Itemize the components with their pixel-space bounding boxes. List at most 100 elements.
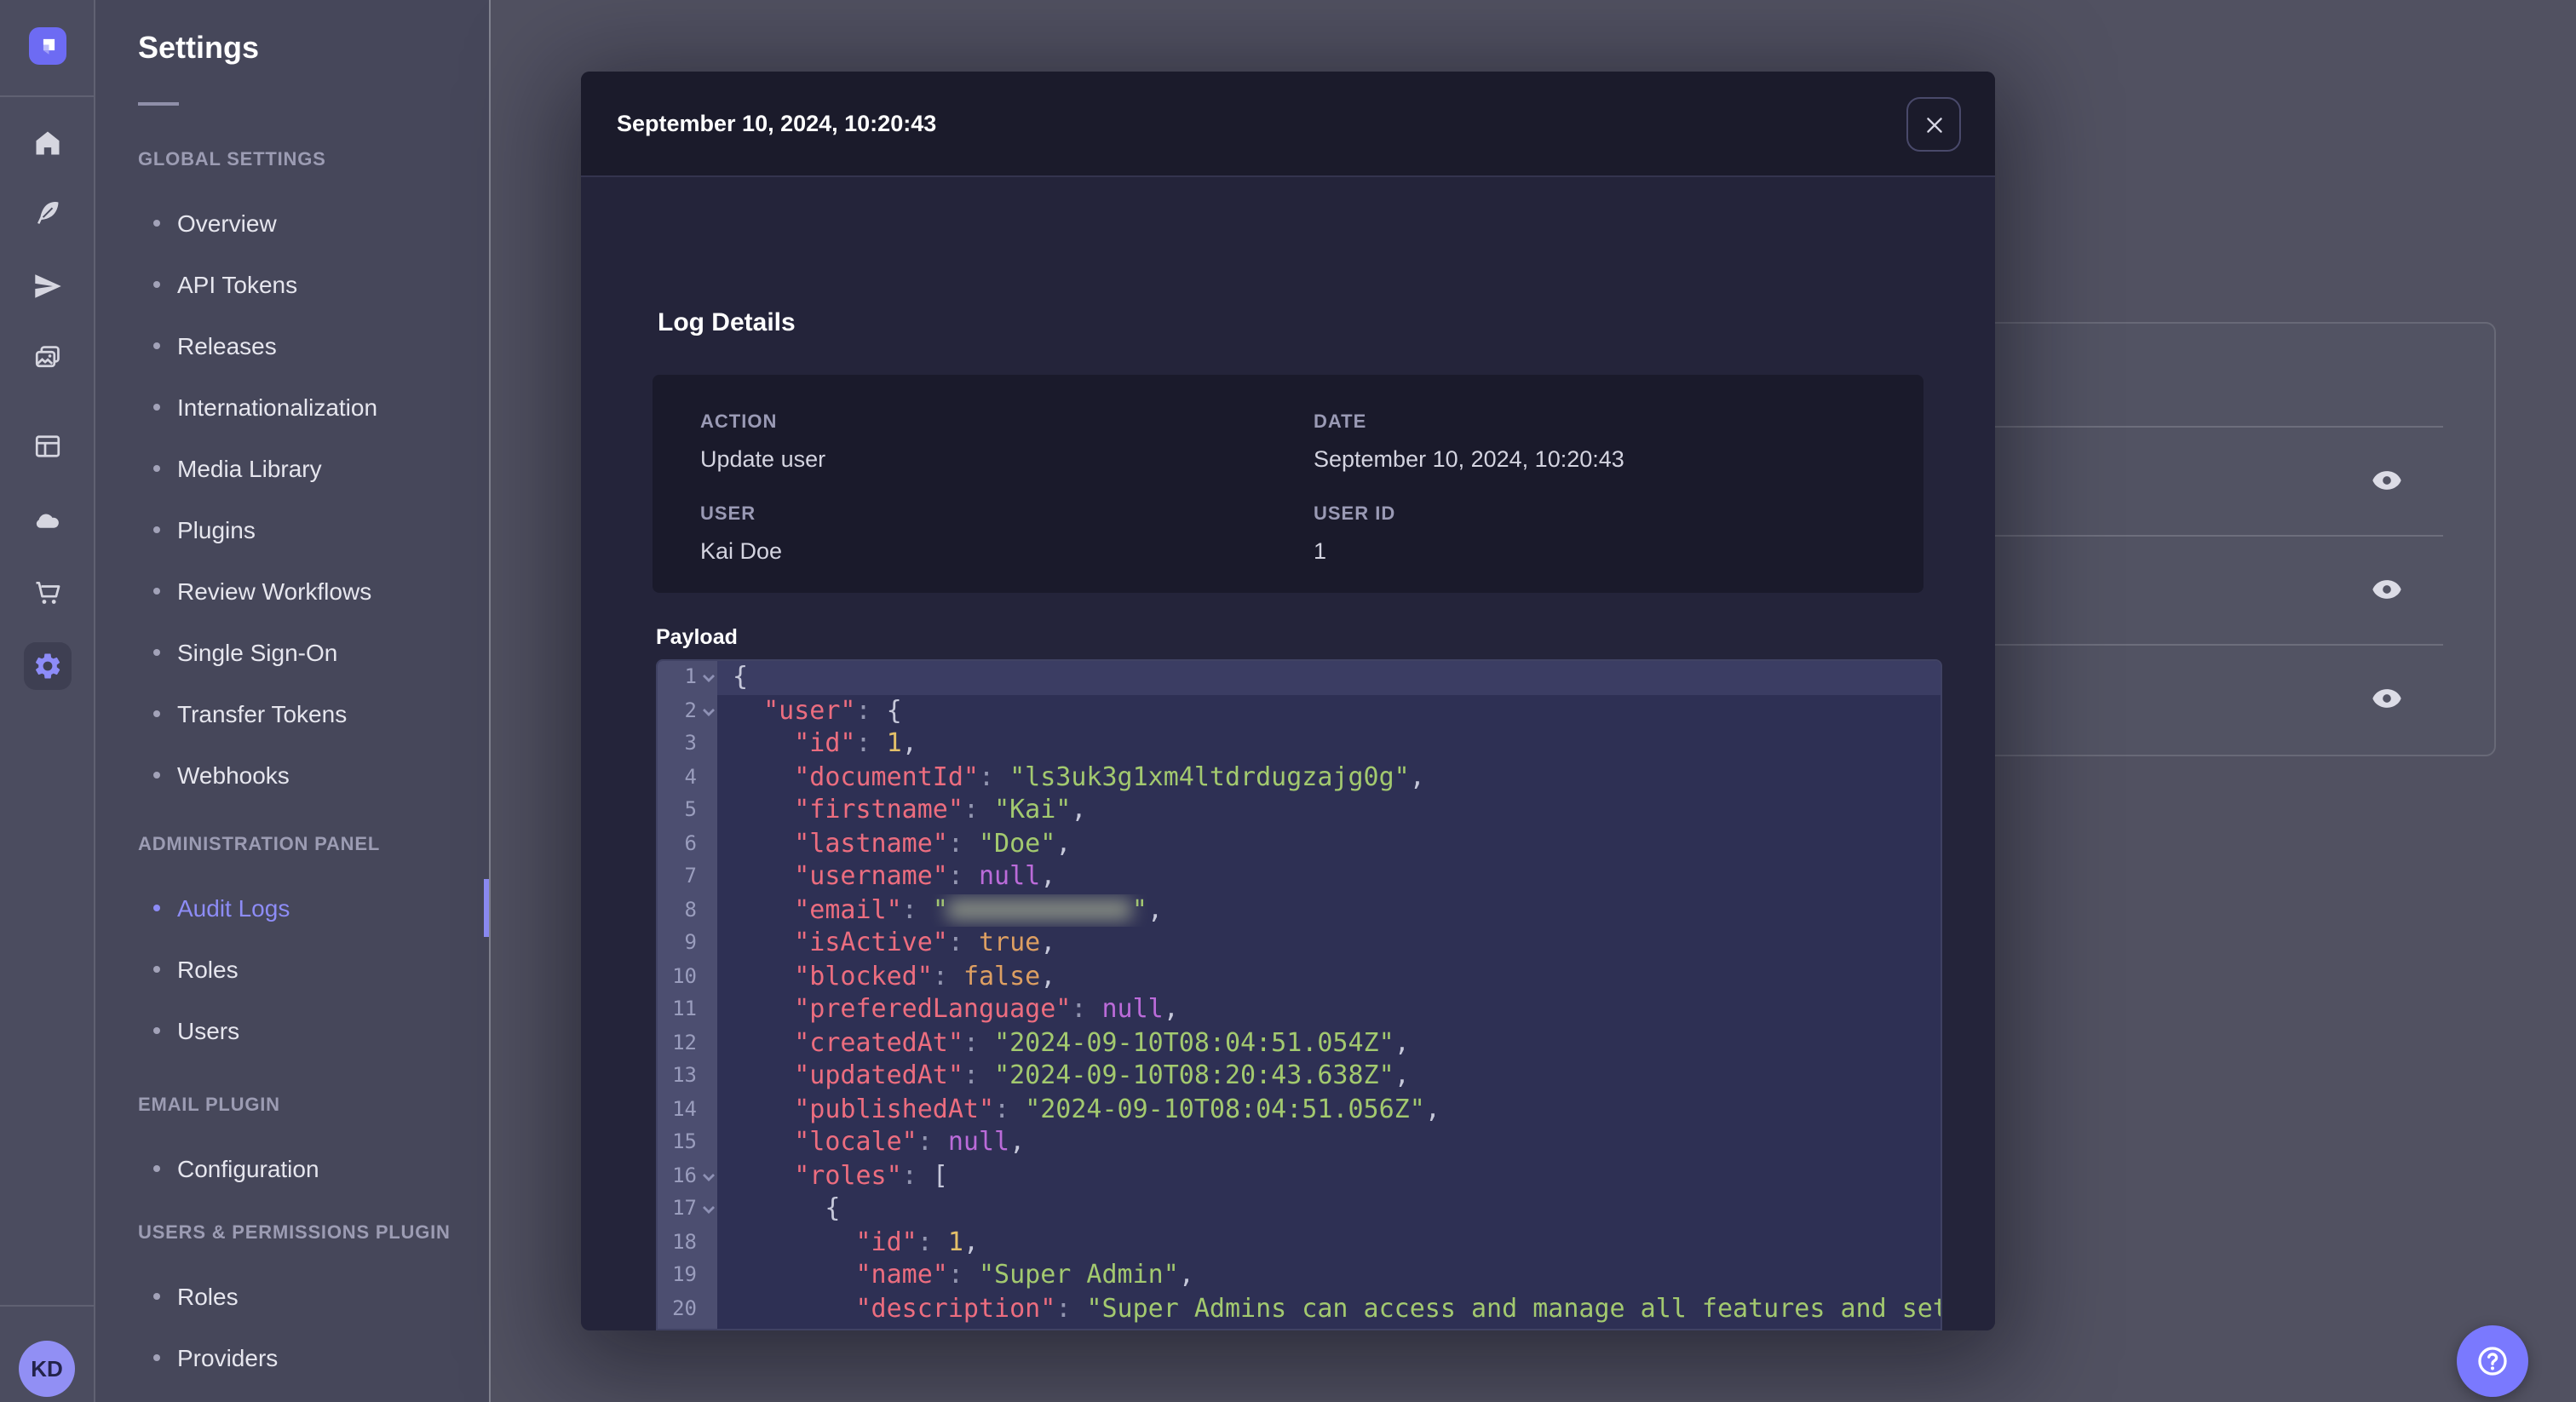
eye-icon — [2366, 572, 2407, 606]
nav-item-label: Webhooks — [177, 761, 290, 789]
bullet-icon — [153, 1354, 160, 1361]
bullet-icon — [153, 526, 160, 533]
view-log-button[interactable] — [2366, 460, 2407, 501]
line-number: 5 — [658, 794, 717, 827]
nav-item-audit-logs[interactable]: Audit Logs — [95, 877, 489, 939]
nav-item-label: Transfer Tokens — [177, 700, 348, 727]
nav-item-label: Releases — [177, 332, 277, 359]
rail-divider — [0, 1305, 94, 1307]
detail-action: ACTION Update user — [700, 411, 1314, 475]
cart-icon — [24, 577, 72, 608]
user-avatar[interactable]: KD — [19, 1341, 75, 1397]
title-divider — [138, 102, 179, 106]
nav-item-providers[interactable]: Providers — [95, 1327, 489, 1388]
code-line-content: "preferedLanguage": null, — [794, 993, 1179, 1024]
code-line-3: 3 "id": 1, — [658, 727, 1941, 761]
bullet-icon — [153, 649, 160, 656]
nav-item-label: Single Sign-On — [177, 639, 338, 666]
nav-item-webhooks[interactable]: Webhooks — [95, 744, 489, 806]
nav-item-label: Providers — [177, 1344, 279, 1371]
payload-label: Payload — [656, 625, 738, 649]
code-line-content: { — [825, 1192, 841, 1223]
rail-item-cloud[interactable] — [24, 496, 72, 543]
fold-chevron-icon[interactable] — [702, 1192, 716, 1215]
code-line-content: "roles": [ — [794, 1159, 948, 1190]
nav-item-label: Review Workflows — [177, 577, 372, 605]
detail-user-id: USER ID 1 — [1314, 503, 1923, 567]
bullet-icon — [153, 465, 160, 472]
code-line-21: 21 "code": "strapi-super-admin" — [658, 1325, 1941, 1329]
log-details-modal: September 10, 2024, 10:20:43 Log Details… — [581, 72, 1995, 1330]
nav-item-plugins[interactable]: Plugins — [95, 499, 489, 560]
nav-item-configuration[interactable]: Configuration — [95, 1138, 489, 1199]
nav-item-overview[interactable]: Overview — [95, 192, 489, 254]
fold-chevron-icon[interactable] — [702, 661, 716, 683]
code-line-content: "email": " ", — [794, 893, 1163, 924]
rail-item-send[interactable] — [24, 262, 72, 310]
rail-item-home[interactable] — [24, 119, 72, 167]
detail-label: ACTION — [700, 412, 778, 433]
line-number: 17 — [658, 1192, 717, 1226]
code-line-content: "name": "Super Admin", — [855, 1259, 1194, 1290]
nav-section-header: EMAIL PLUGIN — [138, 1095, 280, 1116]
detail-label: USER ID — [1314, 504, 1396, 525]
detail-value: 1 — [1314, 538, 1327, 564]
rail-item-images[interactable] — [24, 334, 72, 382]
nav-item-internationalization[interactable]: Internationalization — [95, 376, 489, 438]
nav-item-releases[interactable]: Releases — [95, 315, 489, 376]
bullet-icon — [153, 710, 160, 717]
code-line-4: 4 "documentId": "ls3uk3g1xm4ltdrdugzajg0… — [658, 761, 1941, 794]
nav-item-api-tokens[interactable]: API Tokens — [95, 254, 489, 315]
rail-item-gear[interactable] — [24, 642, 72, 690]
nav-item-label: Overview — [177, 210, 277, 237]
bullet-icon — [153, 1165, 160, 1172]
fold-chevron-icon[interactable] — [702, 1159, 716, 1181]
rail-divider — [0, 95, 94, 97]
nav-item-single-sign-on[interactable]: Single Sign-On — [95, 622, 489, 683]
nav-item-roles[interactable]: Roles — [95, 1266, 489, 1327]
nav-item-label: Media Library — [177, 455, 322, 482]
view-log-button[interactable] — [2366, 678, 2407, 719]
gear-icon — [24, 651, 72, 681]
line-number: 10 — [658, 960, 717, 993]
detail-value: September 10, 2024, 10:20:43 — [1314, 446, 1624, 472]
line-number: 6 — [658, 827, 717, 860]
modal-title: September 10, 2024, 10:20:43 — [617, 111, 937, 136]
code-line-content: "code": "strapi-super-admin" — [717, 1325, 1941, 1329]
code-line-content: "blocked": false, — [794, 960, 1056, 991]
home-icon — [24, 128, 72, 158]
app-root: KD Settings GLOBAL SETTINGS Overview API T… — [0, 0, 2576, 1402]
code-line-content: "documentId": "ls3uk3g1xm4ltdrdugzajg0g"… — [794, 761, 1425, 791]
active-indicator — [484, 879, 489, 937]
code-line-6: 6 "lastname": "Doe", — [658, 827, 1941, 860]
code-line-2: 2 "user": { — [658, 694, 1941, 727]
code-line-20: 20 "description": "Super Admins can acce… — [658, 1292, 1941, 1325]
rail-item-feather[interactable] — [24, 189, 72, 237]
line-number: 15 — [658, 1126, 717, 1159]
payload-code-block[interactable]: 1{2 "user": {3 "id": 1, 4 "documentId": "… — [656, 659, 1942, 1330]
nav-item-media-library[interactable]: Media Library — [95, 438, 489, 499]
bullet-icon — [153, 1293, 160, 1300]
line-number: 20 — [658, 1292, 717, 1325]
code-line-11: 11 "preferedLanguage": null, — [658, 993, 1941, 1026]
nav-item-roles[interactable]: Roles — [95, 939, 489, 1000]
nav-item-label: Audit Logs — [177, 894, 290, 922]
images-icon — [24, 342, 72, 373]
nav-item-users[interactable]: Users — [95, 1000, 489, 1061]
help-button[interactable] — [2457, 1325, 2528, 1397]
fold-chevron-icon[interactable] — [702, 694, 716, 716]
strapi-logo[interactable] — [29, 27, 66, 65]
rail-item-layout[interactable] — [24, 422, 72, 470]
nav-item-transfer-tokens[interactable]: Transfer Tokens — [95, 683, 489, 744]
line-number: 12 — [658, 1026, 717, 1060]
nav-section-header: ADMINISTRATION PANEL — [138, 835, 381, 855]
code-line-10: 10 "blocked": false, — [658, 960, 1941, 993]
main-nav-rail: KD — [0, 0, 95, 1402]
detail-user: USER Kai Doe — [700, 503, 1314, 567]
settings-title: Settings — [138, 31, 260, 65]
rail-item-cart[interactable] — [24, 569, 72, 617]
view-log-button[interactable] — [2366, 569, 2407, 610]
nav-item-review-workflows[interactable]: Review Workflows — [95, 560, 489, 622]
close-button[interactable] — [1906, 97, 1961, 152]
bullet-icon — [153, 772, 160, 779]
